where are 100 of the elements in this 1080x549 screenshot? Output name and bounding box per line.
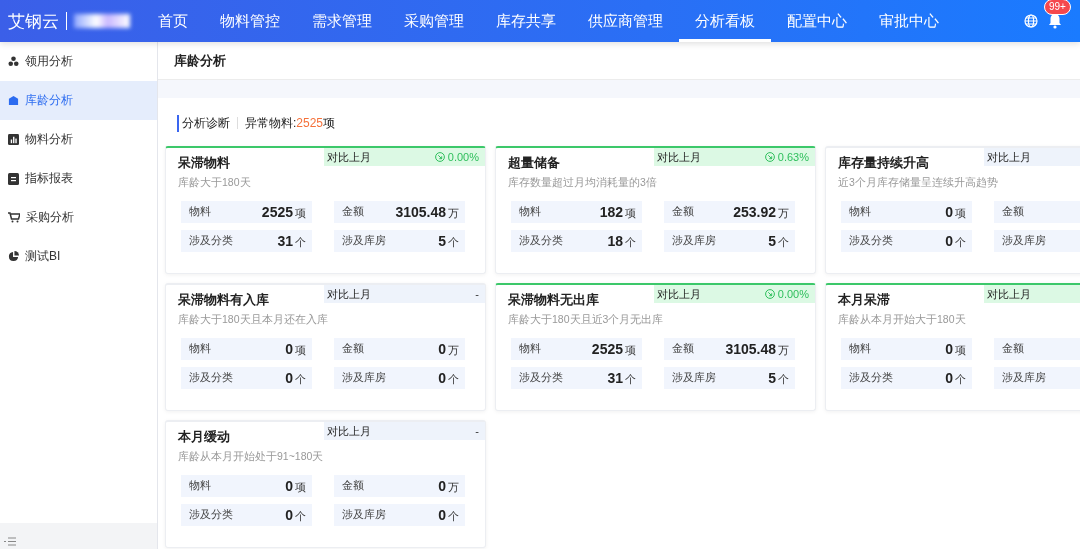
stat-label: 涉及分类	[189, 234, 233, 248]
card-title: 本月呆滞	[838, 291, 891, 309]
stat-label: 涉及库房	[672, 371, 716, 385]
stat-label: 涉及库房	[342, 508, 386, 522]
stat-value: 253.92万	[733, 203, 789, 221]
comparison-value: 0.63%	[777, 151, 809, 163]
stat-value: 18个	[607, 232, 636, 250]
stat-value: 0项	[285, 477, 306, 495]
stat-label: 物料	[189, 479, 211, 493]
nav-tab[interactable]: 首页	[142, 0, 204, 42]
stat-label: 涉及分类	[849, 371, 893, 385]
stat-label: 物料	[519, 342, 541, 356]
stat-label: 物料	[189, 342, 211, 356]
bell-icon[interactable]	[1048, 13, 1062, 29]
stat-label: 涉及分类	[519, 371, 563, 385]
stat-label: 涉及库房	[672, 234, 716, 248]
stat-value: 0个	[945, 232, 966, 250]
stat-value: 0项	[285, 340, 306, 358]
trend-down-icon	[764, 152, 775, 162]
stat-label: 物料	[849, 205, 871, 219]
stat-label: 金额	[1002, 342, 1024, 356]
nav-tab[interactable]: 审批中心	[863, 0, 955, 42]
abnormal-count-text: 异常物料:2525项	[245, 114, 336, 132]
card-title: 本月缓动	[178, 428, 231, 446]
nav-tab[interactable]: 库存共享	[480, 0, 572, 42]
nav-tab[interactable]: 分析看板	[679, 0, 771, 42]
sidebar-item[interactable]: 采购分析	[0, 198, 157, 237]
stat-value: 5个	[768, 232, 789, 250]
stat-value: 3105.48万	[395, 203, 459, 221]
card-title: 库存量持续升高	[838, 154, 930, 172]
card-description: 库龄大于180天且本月还在入库	[178, 313, 329, 327]
comparison-value: -	[475, 425, 479, 437]
sidebar-item[interactable]: 领用分析	[0, 42, 157, 81]
comparison-label: 对比上月	[327, 423, 371, 439]
sidebar-item[interactable]: 测试BI	[0, 237, 157, 276]
stat-value: 3105.48万	[725, 340, 789, 358]
card-description: 库龄从本月开始处于91~180天	[178, 450, 325, 464]
brand-logo-text: 艾钢云	[8, 10, 59, 33]
nav-tab[interactable]: 采购管理	[388, 0, 480, 42]
stat-label: 金额	[342, 479, 364, 493]
stat-label: 涉及库房	[1002, 234, 1046, 248]
page-title: 库龄分析	[174, 51, 226, 70]
comparison-label: 对比上月	[987, 149, 1031, 165]
stat-label: 涉及库房	[1002, 371, 1046, 385]
stat-value: 5个	[768, 369, 789, 387]
stat-value: 5个	[438, 232, 459, 250]
sidebar-item[interactable]: 指标报表	[0, 159, 157, 198]
nav-tab[interactable]: 物料管控	[204, 0, 296, 42]
sidebar-item[interactable]: 库龄分析	[0, 81, 157, 120]
nav-tab[interactable]: 需求管理	[296, 0, 388, 42]
nav-tab[interactable]: 配置中心	[771, 0, 863, 42]
card-description: 库龄大于180天且近3个月无出库	[508, 313, 665, 327]
card-title: 呆滞物料无出库	[508, 291, 600, 309]
stat-label: 金额	[342, 205, 364, 219]
globe-icon[interactable]	[1024, 14, 1038, 28]
pie-chart-icon	[8, 251, 19, 262]
document-icon	[8, 172, 19, 185]
stat-value: 182项	[599, 203, 636, 221]
stat-value: 0万	[438, 340, 459, 358]
stat-label: 涉及分类	[849, 234, 893, 248]
stat-label: 涉及库房	[342, 371, 386, 385]
stat-label: 物料	[189, 205, 211, 219]
cart-icon	[8, 212, 20, 223]
card-title: 呆滞物料	[178, 154, 231, 172]
card-description: 近3个月库存储量呈连续升高趋势	[838, 176, 999, 190]
stat-label: 涉及分类	[189, 371, 233, 385]
card-description: 库龄从本月开始大于180天	[838, 313, 967, 327]
section-heading: 分析诊断	[177, 114, 230, 132]
stat-value: 0个	[438, 506, 459, 524]
card-description: 库存数量超过月均消耗量的3倍	[508, 176, 658, 190]
collapse-menu-icon[interactable]	[4, 537, 16, 546]
card-description: 库龄大于180天	[178, 176, 252, 190]
comparison-value: -	[475, 288, 479, 300]
comparison-label: 对比上月	[327, 149, 371, 165]
stat-value: 0项	[945, 340, 966, 358]
stat-label: 金额	[342, 342, 364, 356]
stat-label: 物料	[849, 342, 871, 356]
trend-down-icon	[764, 289, 775, 299]
stat-label: 涉及库房	[342, 234, 386, 248]
card-title: 呆滞物料有入库	[178, 291, 270, 309]
stat-value: 31个	[277, 232, 306, 250]
notification-badge: 99+	[1044, 0, 1071, 15]
comparison-label: 对比上月	[657, 149, 701, 165]
stat-value: 2525项	[261, 203, 306, 221]
stat-value: 31个	[607, 369, 636, 387]
card-title: 超量储备	[508, 154, 561, 172]
nav-tab[interactable]: 供应商管理	[572, 0, 679, 42]
comparison-label: 对比上月	[327, 286, 371, 302]
building-icon	[8, 95, 19, 106]
stat-label: 涉及分类	[189, 508, 233, 522]
redacted-block	[74, 14, 130, 28]
sidebar-item[interactable]: 物料分析	[0, 120, 157, 159]
comparison-value: 0.00%	[447, 151, 479, 163]
stat-label: 涉及分类	[519, 234, 563, 248]
cluster-icon	[8, 56, 19, 67]
comparison-value: 0.00%	[777, 288, 809, 300]
comparison-label: 对比上月	[987, 286, 1031, 302]
stat-label: 金额	[672, 342, 694, 356]
bar-chart-icon	[8, 134, 19, 145]
stat-value: 0万	[438, 477, 459, 495]
